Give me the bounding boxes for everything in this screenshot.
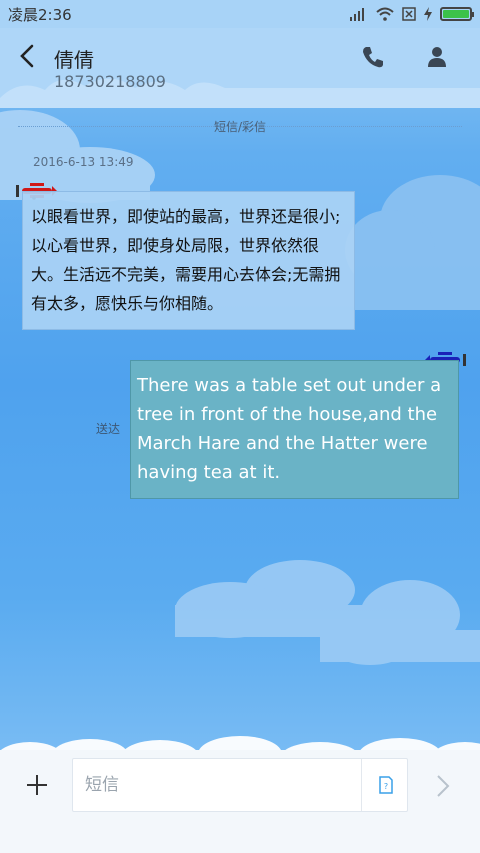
contact-number: 18730218809: [54, 72, 166, 91]
outgoing-message-bubble[interactable]: There was a table set out under a tree i…: [130, 360, 459, 499]
incoming-message-text: 以眼看世界，即使站的最高，世界还是很小;以心看世界，即使身处局限，世界依然很大。…: [31, 207, 341, 313]
back-button[interactable]: [16, 42, 40, 70]
wifi-icon: [376, 7, 394, 21]
sim-card-icon[interactable]: ?: [377, 776, 395, 794]
plus-icon[interactable]: [24, 772, 50, 798]
contact-name: 倩倩: [54, 48, 94, 72]
signal-icon: [350, 7, 368, 21]
incoming-message-bubble[interactable]: 以眼看世界，即使站的最高，世界还是很小;以心看世界，即使身处局限，世界依然很大。…: [22, 191, 355, 330]
conversation-header: 倩倩 18730218809: [0, 28, 480, 108]
battery-icon: [440, 7, 474, 21]
message-timestamp: 2016-6-13 13:49: [33, 155, 134, 169]
person-icon[interactable]: [424, 44, 450, 70]
composer-bar: ?: [0, 750, 480, 853]
status-bar: 凌晨2:36: [0, 0, 480, 28]
message-input[interactable]: [85, 771, 355, 799]
charging-icon: [424, 7, 432, 21]
message-input-container: ?: [72, 758, 408, 812]
phone-icon[interactable]: [360, 44, 386, 70]
message-type-text: 短信/彩信: [213, 120, 267, 134]
outgoing-message-text: There was a table set out under a tree i…: [137, 375, 442, 483]
svg-text:?: ?: [384, 782, 388, 791]
delivery-status: 送达: [96, 422, 121, 436]
status-icons: [350, 4, 474, 24]
no-sim-icon: [402, 7, 416, 21]
message-type-label: 短信/彩信: [0, 118, 480, 135]
input-separator: [361, 759, 362, 811]
status-time: 凌晨2:36: [8, 6, 72, 24]
send-arrow-icon[interactable]: [432, 772, 454, 800]
